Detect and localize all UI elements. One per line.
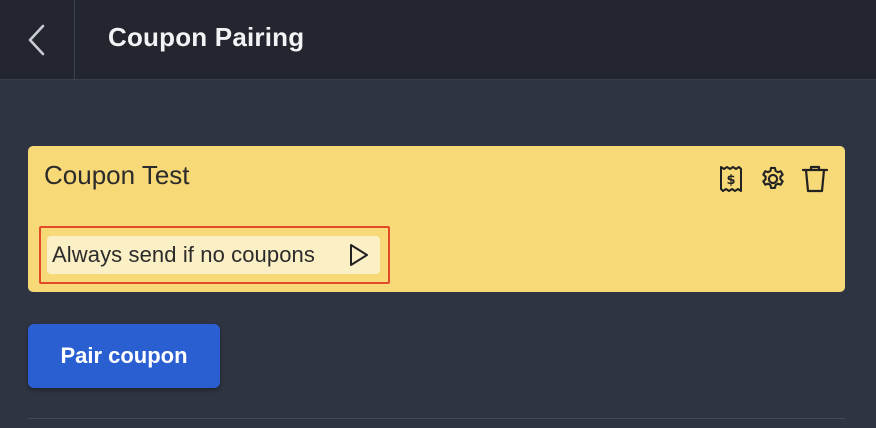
condition-highlight: Always send if no coupons [39, 226, 390, 284]
gear-icon [762, 166, 784, 190]
svg-text:$: $ [726, 173, 735, 188]
coupon-card: Coupon Test $ Always send if no coupons [28, 146, 845, 292]
card-actions: $ [717, 164, 829, 194]
settings-button[interactable] [759, 164, 787, 194]
trash-icon [801, 165, 829, 193]
receipt-dollar-icon: $ [720, 166, 742, 192]
play-icon [350, 244, 368, 266]
divider [28, 418, 845, 419]
top-bar: Coupon Pairing [0, 0, 876, 80]
delete-button[interactable] [801, 164, 829, 194]
card-title: Coupon Test [44, 160, 190, 190]
page-title: Coupon Pairing [108, 22, 305, 52]
pair-coupon-button[interactable]: Pair coupon [28, 324, 220, 388]
condition-label: Always send if no coupons [52, 242, 315, 267]
back-button[interactable] [0, 0, 75, 80]
condition-chip[interactable]: Always send if no coupons [47, 236, 380, 274]
coupon-receipt-button[interactable]: $ [717, 164, 745, 194]
chevron-left-icon [28, 24, 45, 56]
